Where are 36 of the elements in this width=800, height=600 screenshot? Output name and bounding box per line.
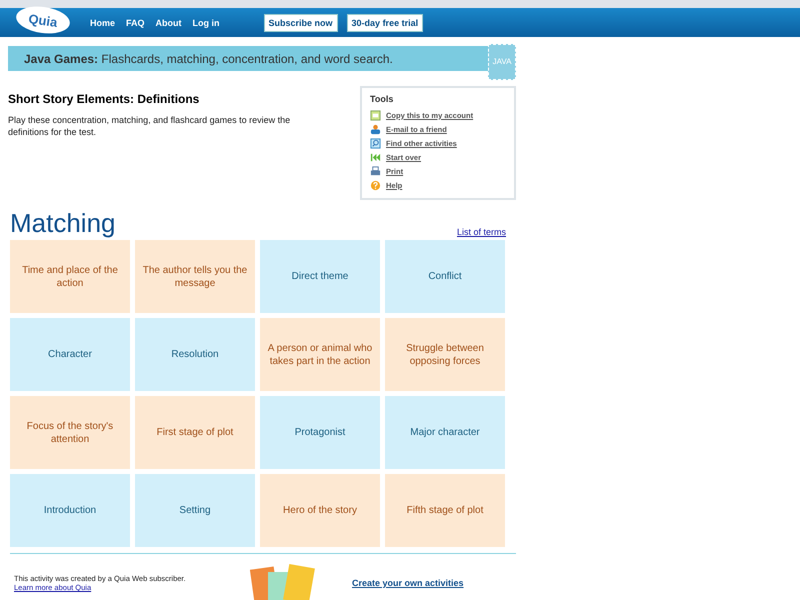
term-card[interactable]: Protagonist: [260, 396, 380, 469]
list-of-terms-link[interactable]: List of terms: [456, 227, 506, 237]
nav-link[interactable]: Home: [90, 18, 116, 28]
java-badge: JAVA: [488, 44, 516, 80]
create-activities-link[interactable]: Create your own activities: [352, 578, 464, 588]
definition-card[interactable]: Fifth stage of plot: [385, 474, 505, 547]
nav-link[interactable]: Log in: [192, 18, 220, 28]
header-button[interactable]: Subscribe now: [264, 14, 338, 32]
activity-description: Play these concentration, matching, and flashcard games to review the definitions for the test.: [8, 114, 292, 138]
printer-icon: [370, 166, 381, 176]
term-card[interactable]: Direct theme: [260, 240, 380, 313]
nav-link[interactable]: FAQ: [126, 18, 145, 28]
definition-card[interactable]: Struggle between opposing forces: [385, 318, 505, 391]
term-card[interactable]: Resolution: [135, 318, 255, 391]
game-title: Matching: [10, 208, 116, 239]
term-card[interactable]: Setting: [135, 474, 255, 547]
person-icon: [370, 124, 381, 134]
tools-title: Tools: [370, 94, 394, 104]
copy-icon: [370, 110, 381, 120]
term-card[interactable]: Major character: [385, 396, 505, 469]
definition-card[interactable]: A person or animal who takes part in the action: [260, 318, 380, 391]
definition-card[interactable]: First stage of plot: [135, 396, 255, 469]
search-icon: [370, 138, 381, 148]
definition-card[interactable]: Hero of the story: [260, 474, 380, 547]
nav-link[interactable]: About: [156, 18, 182, 28]
help-icon: [370, 180, 381, 190]
term-card[interactable]: Introduction: [10, 474, 130, 547]
definition-card[interactable]: The author tells you the message: [135, 240, 255, 313]
rewind-icon: [370, 152, 381, 162]
activity-title: Short Story Elements: Definitions: [8, 92, 200, 106]
definition-card[interactable]: Focus of the story's attention: [10, 396, 130, 469]
definition-card[interactable]: Time and place of the action: [10, 240, 130, 313]
header-button[interactable]: 30-day free trial: [346, 14, 424, 32]
term-card[interactable]: Conflict: [385, 240, 505, 313]
banner-text: Java Games: Flashcards, matching, concentration, and word search.: [24, 52, 393, 66]
term-card[interactable]: Character: [10, 318, 130, 391]
